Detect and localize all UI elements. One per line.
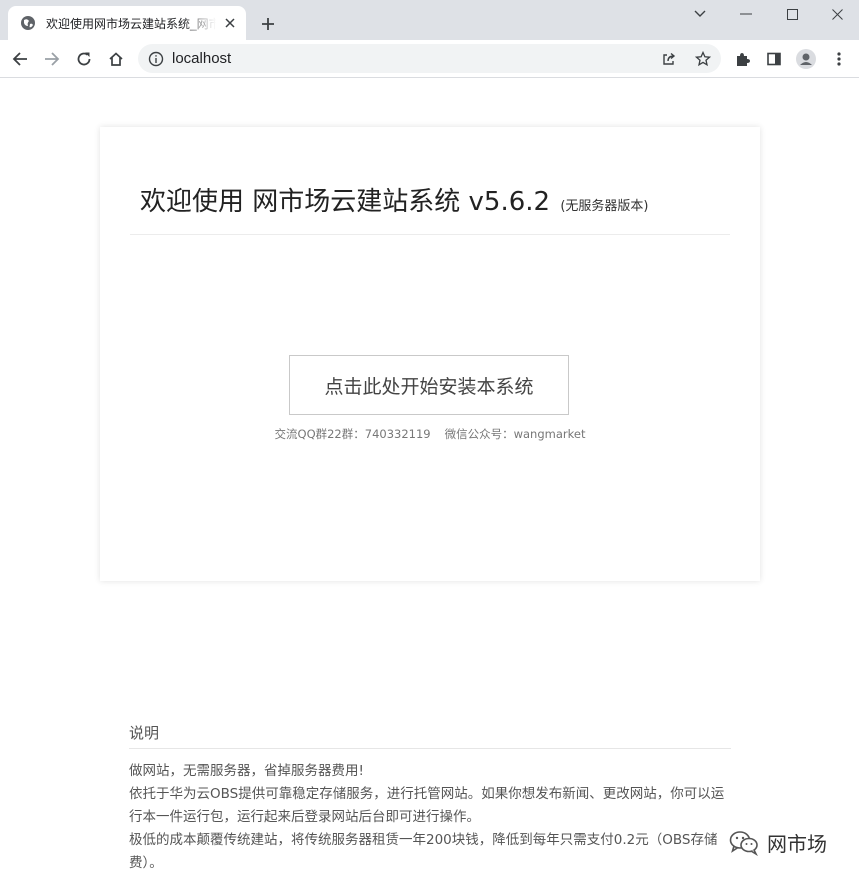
minimize-icon[interactable] [724, 0, 768, 28]
close-window-icon[interactable] [815, 0, 859, 28]
note-paragraph: 依托于华为云OBS提供可靠稳定存储服务，进行托管网站。如果你想发布新闻、更改网站… [129, 786, 725, 825]
notes-heading: 说明 [129, 722, 731, 749]
arrow-left-icon[interactable] [7, 46, 33, 72]
star-icon[interactable] [694, 50, 712, 68]
share-icon[interactable] [660, 50, 678, 68]
wechat-account-text: 微信公众号：wangmarket [444, 427, 586, 441]
browser-tab[interactable]: 欢迎使用网市场云建站系统_网市场 [8, 6, 246, 40]
tab-strip: 欢迎使用网市场云建站系统_网市场 [0, 0, 859, 40]
home-icon[interactable] [103, 46, 129, 72]
title-divider [130, 234, 730, 235]
note-paragraph: 做网站，无需服务器，省掉服务器费用! [129, 763, 364, 779]
chevron-down-icon[interactable] [678, 0, 722, 28]
plus-icon[interactable] [256, 12, 280, 36]
reload-icon[interactable] [71, 46, 97, 72]
notes-body: 做网站，无需服务器，省掉服务器费用! 依托于华为云OBS提供可靠稳定存储服务，进… [129, 760, 731, 875]
contact-info: 交流QQ群22群：740332119 微信公众号：wangmarket [100, 426, 760, 442]
watermark: 网市场 [729, 828, 827, 857]
kebab-menu-icon[interactable] [826, 46, 852, 72]
browser-toolbar: localhost [0, 40, 859, 78]
url-text: localhost [172, 50, 232, 67]
wechat-logo-icon [729, 830, 759, 856]
info-icon[interactable] [148, 51, 164, 67]
address-bar[interactable]: localhost [138, 44, 721, 73]
arrow-right-icon[interactable] [39, 46, 65, 72]
side-panel-icon[interactable] [761, 46, 787, 72]
qq-group-text: 交流QQ群22群：740332119 [274, 427, 431, 441]
puzzle-icon[interactable] [729, 46, 755, 72]
profile-icon[interactable] [793, 46, 819, 72]
page-title: 欢迎使用 网市场云建站系统 v5.6.2 (无服务器版本) [140, 181, 649, 218]
edition-label: (无服务器版本) [560, 199, 649, 214]
maximize-icon[interactable] [770, 0, 814, 28]
install-button[interactable]: 点击此处开始安装本系统 [289, 355, 569, 415]
note-paragraph: 极低的成本颠覆传统建站，将传统服务器租赁一年200块钱，降低到每年只需支付0.2… [129, 832, 718, 871]
install-card: 欢迎使用 网市场云建站系统 v5.6.2 (无服务器版本) 点击此处开始安装本系… [100, 127, 760, 581]
close-icon[interactable] [222, 15, 238, 31]
page-title-text: 欢迎使用 网市场云建站系统 v5.6.2 [140, 187, 551, 217]
watermark-text: 网市场 [767, 832, 827, 856]
globe-icon [20, 15, 36, 31]
tab-title: 欢迎使用网市场云建站系统_网市场 [46, 16, 216, 31]
notes-section: 说明 做网站，无需服务器，省掉服务器费用! 依托于华为云OBS提供可靠稳定存储服… [129, 722, 731, 875]
